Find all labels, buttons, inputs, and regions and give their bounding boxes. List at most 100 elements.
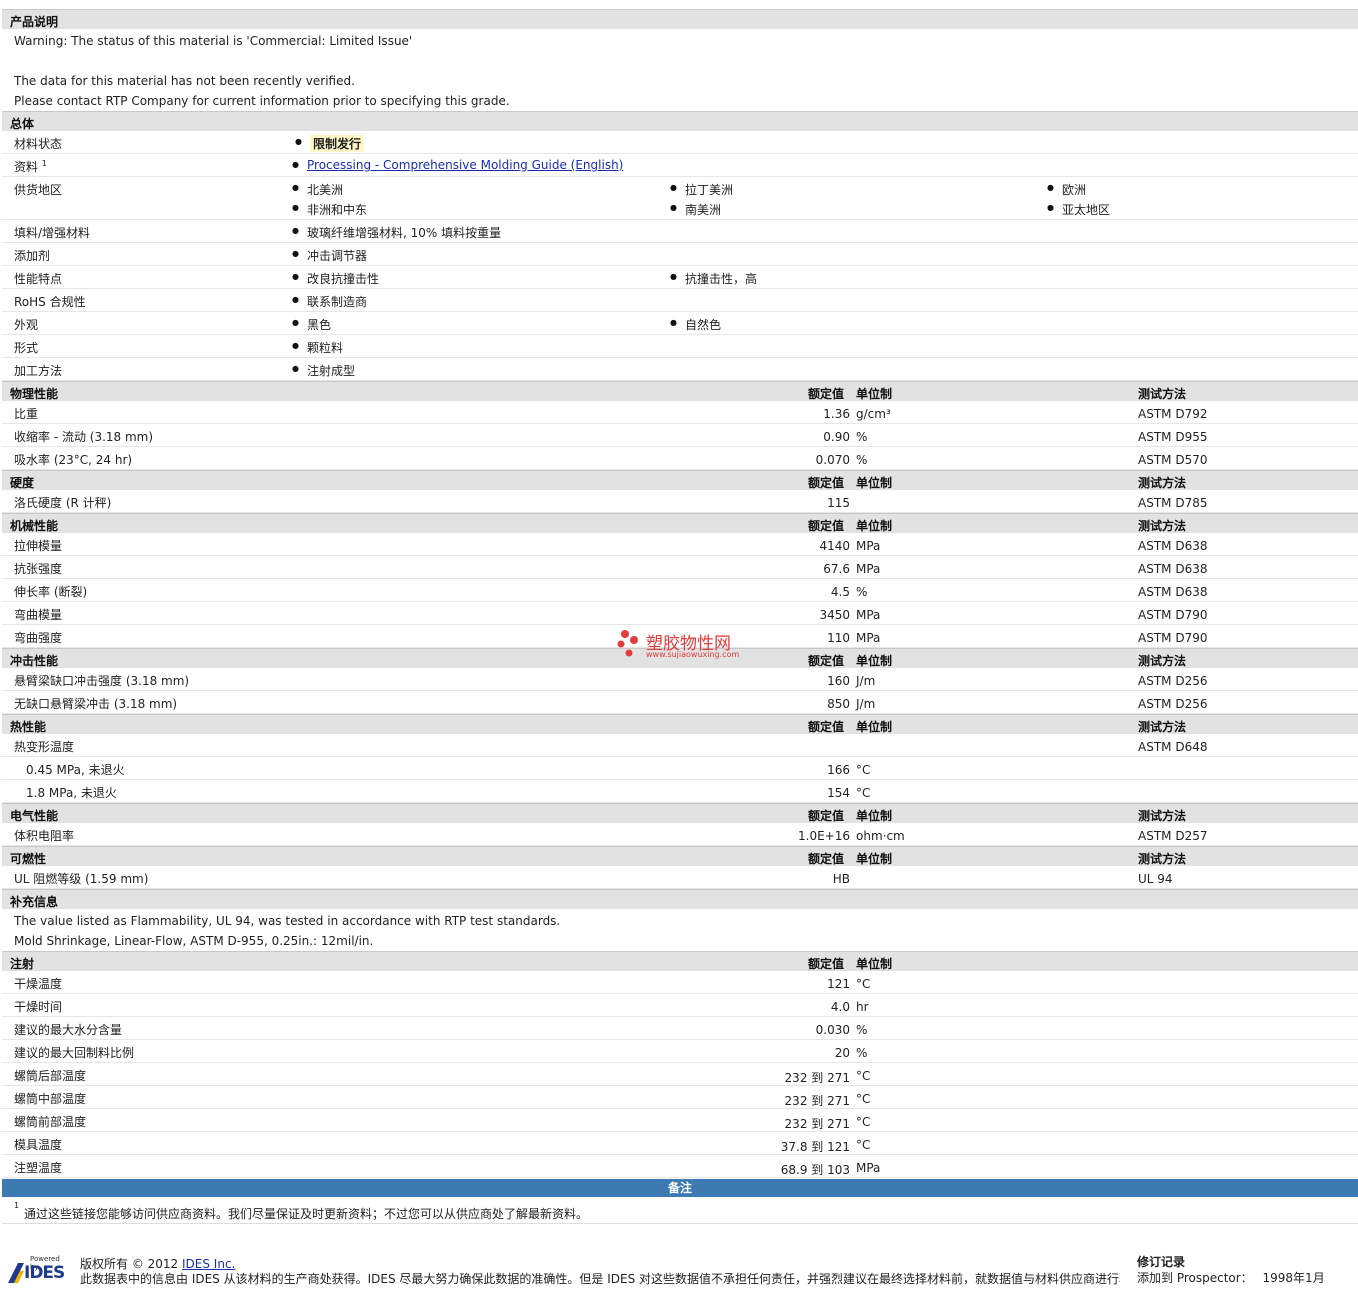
cell-label: 0.45 MPa, 未退火	[26, 763, 125, 777]
column-header-unit: 单位制	[856, 654, 893, 668]
cell-method: ASTM D257	[1138, 829, 1208, 843]
cell-label: 螺筒中部温度	[14, 1092, 87, 1106]
cell-unit: %	[856, 430, 868, 444]
row-regions: 供货地区 北美洲 拉丁美洲 欧洲 非洲和中东 南美洲 亚太地区	[2, 177, 1358, 220]
cell-method: ASTM D790	[1138, 608, 1208, 622]
property-tables: 物理性能 额定值 单位制 测试方法 比重 1.36 g/cm³ ASTM D792 收缩率 - …	[2, 381, 1358, 1178]
column-header-unit: 单位制	[856, 809, 893, 823]
cell-unit: °C	[856, 977, 871, 991]
column-header-method: 测试方法	[1138, 519, 1187, 533]
revision-value: 1998年1月	[1262, 1271, 1325, 1285]
table-row: 建议的最大回制料比例 20%	[2, 1040, 1358, 1063]
column-header-unit: 单位制	[856, 476, 893, 490]
column-header-nominal: 额定值	[808, 809, 845, 823]
row-appearance: 外观 黑色 自然色	[2, 312, 1358, 335]
row-label: 性能特点	[14, 272, 63, 286]
cell-unit: MPa	[856, 608, 881, 622]
revision-title: 修订记录	[1137, 1255, 1186, 1269]
cell-method: ASTM D648	[1138, 740, 1208, 754]
section-header-thermal: 热性能 额定值 单位制 测试方法	[2, 714, 1358, 734]
cell-unit: MPa	[856, 562, 881, 576]
cell-label: 收缩率 - 流动 (3.18 mm)	[14, 430, 154, 444]
cell-unit: %	[856, 1023, 868, 1037]
cell-unit: °C	[856, 786, 871, 800]
cell-unit: hr	[856, 1000, 869, 1014]
notes-text: 通过这些链接您能够访问供应商资料。我们尽量保证及时更新资料；不过您可以从供应商处…	[24, 1207, 589, 1221]
cell-method: ASTM D638	[1138, 539, 1208, 553]
section-title: 注射	[10, 957, 35, 971]
cell-value: 121	[827, 977, 850, 991]
additive-value: 冲击调节器	[292, 247, 367, 264]
cell-label: UL 阻燃等级 (1.59 mm)	[14, 872, 149, 886]
section-header-electrical: 电气性能 额定值 单位制 测试方法	[2, 803, 1358, 823]
cell-value: 4.5	[830, 585, 850, 599]
ides-logo: Powered by IDES	[8, 1255, 70, 1283]
cell-label: 弯曲强度	[14, 631, 63, 645]
table-row: 热变形温度 ASTM D648	[2, 734, 1358, 757]
description-block: Warning: The status of this material is …	[2, 29, 1358, 111]
processing-guide-link[interactable]: Processing - Comprehensive Molding Guide…	[307, 158, 623, 172]
section-header-hardness: 硬度 额定值 单位制 测试方法	[2, 470, 1358, 490]
docs-item: Processing - Comprehensive Molding Guide…	[292, 158, 623, 172]
cell-label: 无缺口悬臂梁冲击 (3.18 mm)	[14, 697, 178, 711]
cell-label: 抗张强度	[14, 562, 63, 576]
table-row: 螺筒中部温度 232 到 271 °C	[2, 1086, 1358, 1109]
footer: Powered by IDES 版权所有 © 2012 IDES Inc. 此数…	[0, 1250, 1358, 1289]
cell-method: ASTM D792	[1138, 407, 1208, 421]
cell-value: 68.9 到 103	[780, 1163, 850, 1177]
section-header-general: 总体	[2, 111, 1358, 131]
ides-logo-icon	[8, 1263, 24, 1283]
cell-unit: MPa	[856, 631, 881, 645]
table-row: 吸水率 (23°C, 24 hr) 0.070% ASTM D570	[2, 447, 1358, 470]
revision-row: 添加到 Prospector： 1998年1月	[1137, 1269, 1325, 1286]
section-title: 总体	[10, 117, 35, 131]
cell-label: 体积电阻率	[14, 829, 75, 843]
footnote-marker: 1	[41, 159, 47, 168]
region-item: 北美洲	[292, 181, 343, 198]
cell-unit: J/m	[856, 674, 876, 688]
cell-value: 160	[827, 674, 850, 688]
column-header-method: 测试方法	[1138, 720, 1187, 734]
section-title: 电气性能	[10, 809, 59, 823]
section-title: 热性能	[10, 720, 47, 734]
cell-value: 115	[827, 496, 850, 510]
cell-unit: g/cm³	[856, 407, 891, 421]
cell-unit: °C	[856, 1069, 871, 1083]
region-item: 非洲和中东	[292, 201, 367, 218]
cell-label: 吸水率 (23°C, 24 hr)	[14, 453, 133, 467]
column-header-method: 测试方法	[1138, 654, 1187, 668]
cell-label: 干燥温度	[14, 977, 63, 991]
cell-label: 热变形温度	[14, 740, 75, 754]
cell-value: 1.0E+16	[798, 829, 850, 843]
column-header-unit: 单位制	[856, 387, 893, 401]
cell-label: 螺筒前部温度	[14, 1115, 87, 1129]
section-header-supplement: 补充信息	[2, 889, 1358, 909]
cell-value: 4.0	[830, 1000, 850, 1014]
cell-value: 850	[827, 697, 850, 711]
section-header-physical: 物理性能 额定值 单位制 测试方法	[2, 381, 1358, 401]
cell-method: ASTM D570	[1138, 453, 1208, 467]
cell-unit: %	[856, 453, 868, 467]
section-header-mechanical: 机械性能 额定值 单位制 测试方法	[2, 513, 1358, 533]
cell-method: ASTM D790	[1138, 631, 1208, 645]
cell-method: ASTM D256	[1138, 697, 1208, 711]
cell-method: ASTM D638	[1138, 585, 1208, 599]
table-row: 0.45 MPa, 未退火 166 °C	[2, 757, 1358, 780]
cell-label: 比重	[14, 407, 39, 421]
column-header-nominal: 额定值	[808, 852, 845, 866]
cell-label: 悬臂梁缺口冲击强度 (3.18 mm)	[14, 674, 190, 688]
description-line	[2, 51, 1358, 71]
table-row: 伸长率 (断裂) 4.5% ASTM D638	[2, 579, 1358, 602]
table-row: 洛氏硬度 (R 计秤) 115 ASTM D785	[2, 490, 1358, 513]
column-header-unit: 单位制	[856, 957, 893, 971]
cell-unit: °C	[856, 1092, 871, 1106]
column-header-unit: 单位制	[856, 852, 893, 866]
feature-item: 改良抗撞击性	[292, 270, 379, 287]
revision-label: 添加到 Prospector：	[1137, 1271, 1253, 1285]
ides-company-link[interactable]: IDES Inc.	[182, 1257, 235, 1271]
row-material-status: 材料状态 限制发行	[2, 131, 1358, 154]
column-header-nominal: 额定值	[808, 654, 845, 668]
row-additive: 添加剂 冲击调节器	[2, 243, 1358, 266]
table-row: 注塑温度 68.9 到 103 MPa	[2, 1155, 1358, 1178]
filler-value: 玻璃纤维增强材料, 10% 填料按重量	[292, 224, 501, 241]
